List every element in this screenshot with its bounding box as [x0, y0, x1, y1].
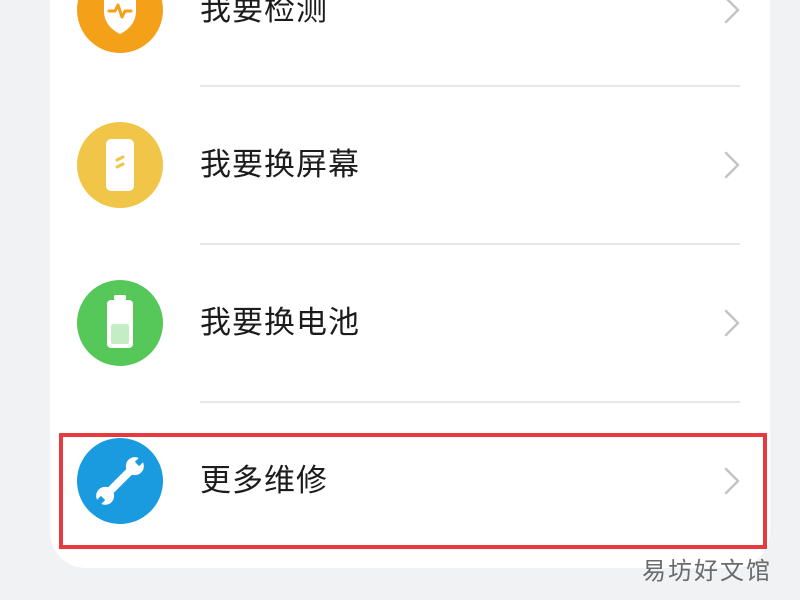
menu-item-replace-screen[interactable]: 我要换屏幕 [50, 85, 770, 245]
shield-wave-icon [77, 0, 163, 53]
menu-item-label: 我要检测 [200, 0, 328, 28]
watermark: 易坊好文馆 [642, 557, 772, 585]
menu-item-label: 我要换电池 [200, 305, 360, 341]
menu-item-label: 更多维修 [200, 463, 328, 499]
battery-icon [77, 280, 163, 366]
phone-screen-icon [77, 122, 163, 208]
menu-item-replace-battery[interactable]: 我要换电池 [50, 243, 770, 403]
chevron-right-icon [720, 0, 744, 24]
menu-item-detect[interactable]: 我要检测 [50, 0, 770, 90]
chevron-right-icon [720, 309, 744, 337]
chevron-right-icon [720, 151, 744, 179]
chevron-right-icon [720, 467, 744, 495]
menu-item-label: 我要换屏幕 [200, 147, 360, 183]
wrench-icon [77, 438, 163, 524]
menu-item-more-repair[interactable]: 更多维修 [50, 401, 770, 561]
